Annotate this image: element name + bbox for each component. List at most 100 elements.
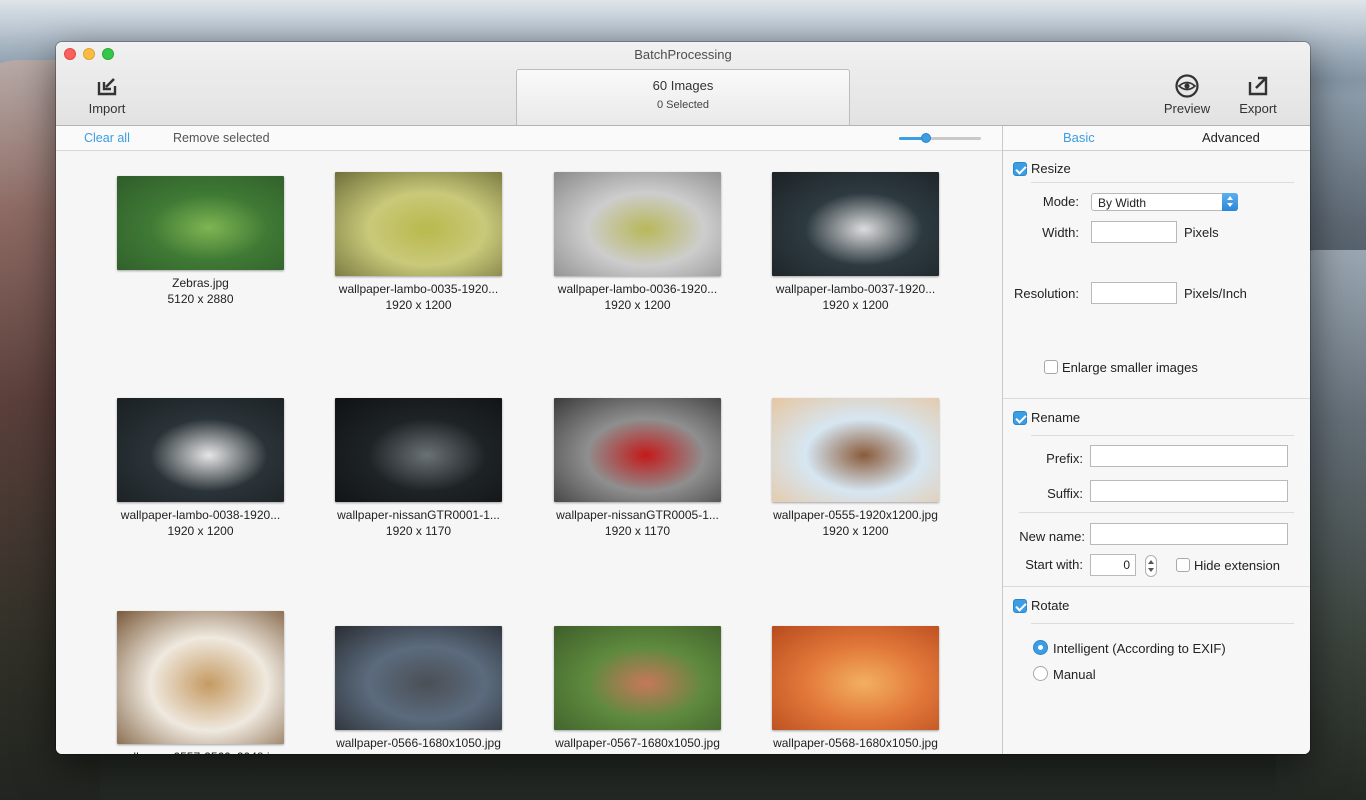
clear-all-link[interactable]: Clear all — [84, 131, 130, 145]
import-icon — [97, 78, 117, 96]
thumbnail-size-slider[interactable] — [899, 133, 981, 144]
width-label: Width: — [1042, 225, 1079, 240]
thumbnail-image[interactable] — [117, 176, 284, 270]
rename-title: Rename — [1031, 410, 1081, 425]
eye-icon — [1175, 74, 1199, 98]
thumbnail-dimensions: 1920 x 1200 — [385, 298, 452, 312]
export-button[interactable]: Export — [1223, 74, 1293, 116]
thumbnail-filename: wallpaper-lambo-0036-1920... — [557, 282, 718, 296]
resolution-input[interactable] — [1091, 282, 1177, 304]
resize-divider — [1031, 182, 1294, 183]
thumbnail-filename: wallpaper-0566-1680x1050.jpg — [336, 736, 501, 750]
image-count-panel: 60 Images 0 Selected — [516, 69, 850, 125]
startwith-label: Start with: — [1025, 557, 1083, 572]
thumbnail-filename: wallpaper-lambo-0038-1920... — [120, 508, 281, 522]
resolution-label: Resolution: — [1013, 286, 1079, 301]
import-label: Import — [88, 101, 126, 116]
prefix-input[interactable] — [1090, 445, 1288, 467]
selected-count: 0 Selected — [657, 99, 709, 111]
thumbnail-filename: wallpaper-lambo-0037-1920... — [775, 282, 936, 296]
thumbnail-dimensions: 1920 x 1200 — [604, 298, 671, 312]
rotate-manual-label: Manual — [1053, 667, 1096, 682]
suffix-input[interactable] — [1090, 480, 1288, 502]
thumbnail-filename: wallpaper-0555-1920x1200.jpg — [773, 508, 938, 522]
image-count: 60 Images — [652, 78, 714, 93]
section-divider-2 — [1003, 586, 1310, 587]
thumbnail-image[interactable] — [772, 172, 939, 276]
rotate-manual-radio[interactable] — [1033, 666, 1048, 681]
preview-label: Preview — [1163, 101, 1211, 116]
thumbnail-picture — [554, 626, 721, 730]
slider-knob[interactable] — [921, 133, 931, 143]
thumbnail-image[interactable] — [335, 172, 502, 276]
tab-advanced[interactable]: Advanced — [1202, 130, 1260, 145]
thumbnail-picture — [335, 398, 502, 502]
resize-title: Resize — [1031, 161, 1071, 176]
rename-divider — [1031, 435, 1294, 436]
resize-checkbox[interactable] — [1013, 162, 1027, 176]
resolution-unit: Pixels/Inch — [1184, 286, 1247, 301]
rotate-checkbox[interactable] — [1013, 599, 1027, 613]
thumbnail-dimensions: 1920 x 1200 — [822, 298, 889, 312]
thumbnail-filename: wallpaper-0567-1680x1050.jpg — [555, 736, 720, 750]
thumbnail-dimensions: 5120 x 2880 — [167, 292, 234, 306]
action-bar: Clear all Remove selected — [56, 126, 1002, 151]
thumbnail-image[interactable] — [117, 398, 284, 502]
rotate-title: Rotate — [1031, 598, 1070, 613]
tab-basic[interactable]: Basic — [1063, 130, 1095, 145]
thumbnail-dimensions: 1680 x 1050 — [521, 752, 754, 754]
thumbnail-picture — [117, 611, 284, 744]
thumbnail-image[interactable] — [335, 398, 502, 502]
width-unit: Pixels — [1184, 225, 1219, 240]
thumbnail-picture — [117, 176, 284, 270]
hide-extension-checkbox[interactable] — [1176, 558, 1190, 572]
rename-inner-divider — [1019, 512, 1294, 513]
thumbnail-picture — [772, 626, 939, 730]
import-button[interactable]: Import — [72, 74, 142, 116]
thumbnail-picture — [335, 172, 502, 276]
thumbnail-picture — [554, 398, 721, 502]
rotate-intelligent-label: Intelligent (According to EXIF) — [1053, 641, 1226, 656]
rotate-intelligent-radio[interactable] — [1033, 640, 1048, 655]
thumbnail-image[interactable] — [554, 398, 721, 502]
startwith-input[interactable] — [1090, 554, 1136, 576]
thumbnail-dimensions: 1920 x 1200 — [822, 524, 889, 538]
image-grid: Zebras.jpg 5120 x 2880 wallpaper-lambo-003… — [56, 151, 1002, 754]
rename-checkbox[interactable] — [1013, 411, 1027, 425]
thumbnail-dimensions: 1680 x 1050 — [302, 752, 535, 754]
startwith-stepper[interactable] — [1145, 555, 1157, 577]
remove-selected-link[interactable]: Remove selected — [173, 131, 270, 145]
export-icon — [1248, 76, 1268, 96]
thumbnail-picture — [335, 626, 502, 730]
thumbnail-dimensions: 1920 x 1200 — [167, 524, 234, 538]
section-divider-1 — [1003, 398, 1310, 399]
thumbnail-image[interactable] — [554, 626, 721, 730]
enlarge-checkbox[interactable] — [1044, 360, 1058, 374]
mode-select-value: By Width — [1098, 196, 1147, 210]
suffix-label: Suffix: — [1047, 486, 1083, 501]
thumbnail-image[interactable] — [772, 626, 939, 730]
newname-label: New name: — [1019, 529, 1085, 544]
thumbnail-image[interactable] — [117, 611, 284, 744]
thumbnail-picture — [772, 172, 939, 276]
thumbnail-filename: wallpaper-lambo-0035-1920... — [338, 282, 499, 296]
thumbnail-dimensions: 1680 x 1050 — [739, 752, 972, 754]
enlarge-label: Enlarge smaller images — [1062, 360, 1198, 375]
newname-input[interactable] — [1090, 523, 1288, 545]
thumbnail-dimensions: 1920 x 1170 — [604, 524, 671, 538]
window-title: BatchProcessing — [634, 47, 732, 62]
thumbnail-filename: wallpaper-0568-1680x1050.jpg — [773, 736, 938, 750]
thumbnail-filename: wallpaper-0557-2560x2048.jpg — [84, 750, 317, 754]
mode-label: Mode: — [1042, 194, 1079, 209]
thumbnail-filename: wallpaper-nissanGTR0001-1... — [337, 508, 500, 522]
preview-button[interactable]: Preview — [1152, 74, 1222, 116]
thumbnail-image[interactable] — [772, 398, 939, 502]
export-label: Export — [1239, 101, 1277, 116]
settings-tabs: Basic Advanced — [1003, 126, 1310, 151]
mode-select[interactable]: By Width — [1091, 193, 1238, 211]
thumbnail-picture — [772, 398, 939, 502]
thumbnail-image[interactable] — [335, 626, 502, 730]
thumbnail-picture — [117, 398, 284, 502]
width-input[interactable] — [1091, 221, 1177, 243]
thumbnail-image[interactable] — [554, 172, 721, 276]
